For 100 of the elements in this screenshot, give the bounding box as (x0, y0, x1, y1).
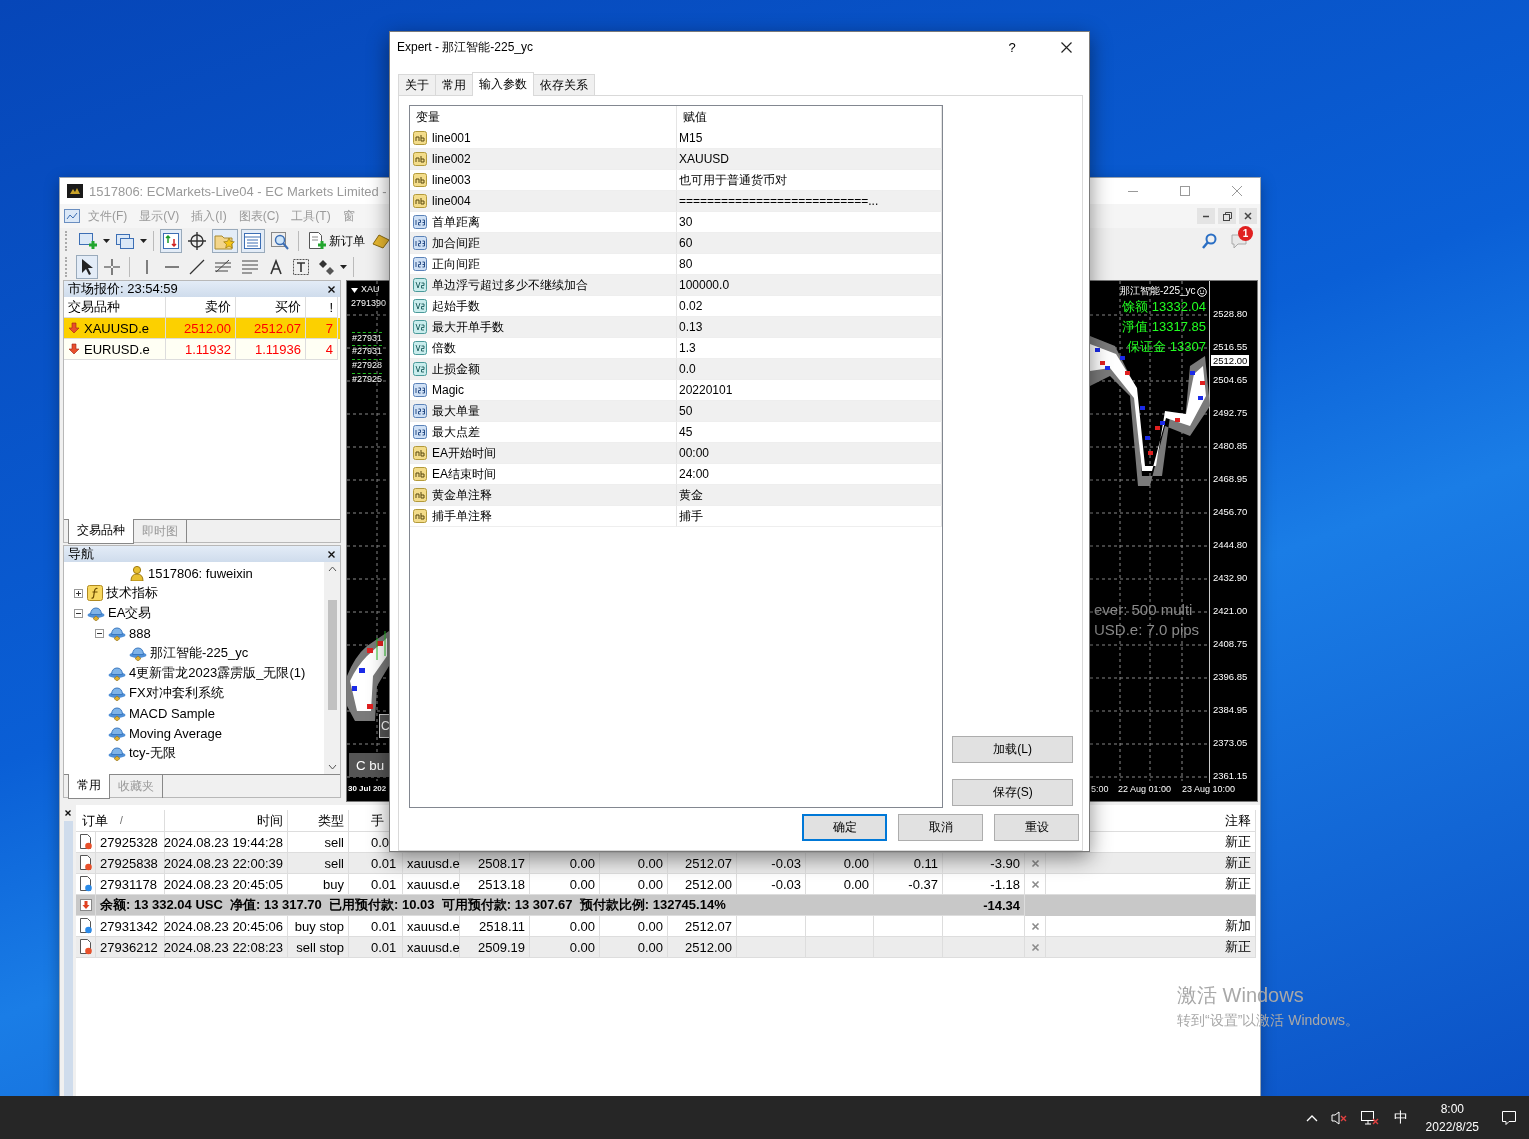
parameter-value[interactable]: 80 (679, 257, 693, 271)
tree-item[interactable]: 888 (129, 625, 151, 641)
parameter-value[interactable]: ===========================... (679, 194, 879, 208)
order-row[interactable]: 27925838 2024.08.23 22:00:39 sell 0.01 xauusd.e 2508.17 0.00 0.00 2512.07 -0.03 0.00 0.11 -3.90 新正 (76, 853, 1256, 874)
clock[interactable]: 8:00 2022/8/25 (1415, 1101, 1489, 1134)
restore-button[interactable] (1218, 208, 1236, 224)
parameter-value[interactable]: 100000.0 (679, 278, 730, 292)
collapse-icon[interactable] (73, 608, 83, 618)
new-order-button[interactable]: 新订单 (305, 229, 367, 253)
tree-item[interactable]: FX对冲套利系统 (129, 684, 224, 702)
close-icon[interactable] (327, 549, 336, 559)
messages-button[interactable]: 1 (1224, 229, 1254, 253)
quote-row[interactable]: EURUSD.e 1.11932 1.11936 4 (64, 339, 340, 360)
chart-button[interactable]: C bu (349, 753, 389, 777)
scroll-down-icon[interactable] (327, 764, 337, 770)
parameter-value[interactable]: 黄金 (679, 486, 703, 504)
market-watch-button[interactable] (160, 229, 182, 253)
parameter-value[interactable]: 1.3 (679, 341, 696, 355)
hat-icon[interactable] (108, 705, 126, 721)
parameter-value[interactable]: 30 (679, 215, 693, 229)
hat-icon[interactable] (108, 625, 126, 641)
expand-icon[interactable] (73, 588, 83, 598)
parameter-value[interactable]: 捕手 (679, 507, 703, 525)
parameter-value[interactable]: M15 (679, 131, 703, 145)
tree-item[interactable]: 1517806: fuweixin (148, 565, 253, 581)
scroll-up-icon[interactable] (327, 566, 337, 572)
dialog-button[interactable]: 确定 (802, 814, 887, 841)
side-button[interactable]: 保存(S) (952, 779, 1073, 806)
tree-item[interactable]: 技术指标 (106, 584, 158, 602)
column-header[interactable]: 注释 (1225, 811, 1251, 830)
column-header[interactable]: 时间 (257, 811, 283, 830)
side-button[interactable]: 加载(L) (952, 736, 1073, 763)
parameter-row[interactable]: EA开始时间 00:00 (410, 443, 943, 464)
person-icon[interactable] (129, 565, 145, 581)
quote-row[interactable]: XAUUSD.e 2512.00 2512.07 7 (64, 318, 340, 339)
parameter-row[interactable]: 单边浮亏超过多少不继续加合 100000.0 (410, 275, 943, 296)
dialog-button[interactable]: 取消 (898, 814, 983, 841)
column-header[interactable]: 赋值 (677, 106, 943, 128)
folder-star-button[interactable] (212, 229, 238, 253)
input-method-indicator[interactable]: 中 (1385, 1096, 1416, 1139)
close-icon[interactable] (327, 284, 336, 294)
terminal-button[interactable] (241, 229, 265, 253)
parameter-row[interactable]: 最大单量 50 (410, 401, 943, 422)
parameter-value[interactable]: XAUUSD (679, 152, 729, 166)
close-icon[interactable] (64, 809, 72, 817)
hat-icon[interactable] (108, 665, 126, 681)
parameter-value[interactable]: 45 (679, 425, 693, 439)
tab[interactable]: 依存关系 (533, 74, 595, 95)
dialog-button[interactable]: 重设 (994, 814, 1079, 841)
hat-icon[interactable] (87, 605, 105, 621)
tree-item[interactable]: EA交易 (108, 604, 152, 622)
tree-item[interactable]: tcy-无限 (129, 744, 176, 762)
order-row[interactable]: 27936212 2024.08.23 22:08:23 sell stop 0.01 xauusd.e 2509.19 0.00 0.00 2512.00 新正 (76, 937, 1256, 958)
cursor-button[interactable] (76, 255, 98, 279)
parameter-row[interactable]: 黄金单注释 黄金 (410, 485, 943, 506)
collapse-icon[interactable] (94, 628, 104, 638)
parameter-row[interactable]: line004 ===========================... (410, 191, 943, 212)
parameter-value[interactable]: 也可用于普通货币对 (679, 171, 787, 189)
caret-icon[interactable] (340, 265, 347, 269)
speaker-muted-icon[interactable] (1329, 1109, 1348, 1126)
parameter-value[interactable]: 0.0 (679, 362, 696, 376)
parameter-value[interactable]: 0.13 (679, 320, 703, 334)
hat-icon[interactable] (108, 745, 126, 761)
parameter-row[interactable]: 加合间距 60 (410, 233, 943, 254)
crosshair-button[interactable] (185, 229, 209, 253)
hat-icon[interactable] (129, 645, 147, 661)
chart-window-icon[interactable] (64, 208, 82, 224)
column-header[interactable]: 订单 (82, 811, 108, 830)
scrollbar[interactable] (324, 562, 340, 774)
tree-item[interactable]: 4更新雷龙2023霹雳版_无限(1) (129, 664, 306, 682)
caret-icon[interactable] (103, 239, 110, 243)
parameter-value[interactable]: 60 (679, 236, 693, 250)
network-icon[interactable] (1359, 1109, 1380, 1126)
notification-icon[interactable] (1501, 1109, 1517, 1126)
tree-item[interactable]: MACD Sample (129, 705, 215, 721)
tab[interactable]: 关于 (398, 74, 436, 95)
column-header[interactable]: 变量 (410, 106, 677, 128)
indicator-icon[interactable] (87, 585, 103, 601)
parameter-value[interactable]: 24:00 (679, 467, 710, 481)
parameter-row[interactable]: line002 XAUUSD (410, 149, 943, 170)
tab[interactable]: 常用 (68, 774, 110, 799)
parameter-value[interactable]: 50 (679, 404, 693, 418)
tab[interactable]: 交易品种 (68, 519, 134, 544)
close-button[interactable] (1239, 208, 1257, 224)
help-button[interactable]: ? (997, 32, 1027, 62)
parameter-row[interactable]: 最大开单手数 0.13 (410, 317, 943, 338)
parameter-row[interactable]: 捕手单注释 捕手 (410, 506, 943, 527)
chevron-up-icon[interactable] (1305, 1113, 1318, 1122)
dropdown-triangle-icon[interactable] (351, 288, 358, 293)
tab[interactable]: 常用 (435, 74, 473, 95)
parameter-value[interactable]: 00:00 (679, 446, 710, 460)
parameter-row[interactable]: 止损金额 0.0 (410, 359, 943, 380)
column-header[interactable]: 类型 (318, 811, 344, 830)
tree-item[interactable]: 那江智能-225_yc (150, 644, 249, 662)
tab[interactable]: 输入参数 (472, 72, 534, 96)
parameter-value[interactable]: 0.02 (679, 299, 703, 313)
tree-item[interactable]: Moving Average (129, 725, 222, 741)
column-header[interactable]: 手 (371, 811, 384, 830)
parameter-value[interactable]: 20220101 (679, 383, 733, 397)
hat-icon[interactable] (108, 685, 126, 701)
